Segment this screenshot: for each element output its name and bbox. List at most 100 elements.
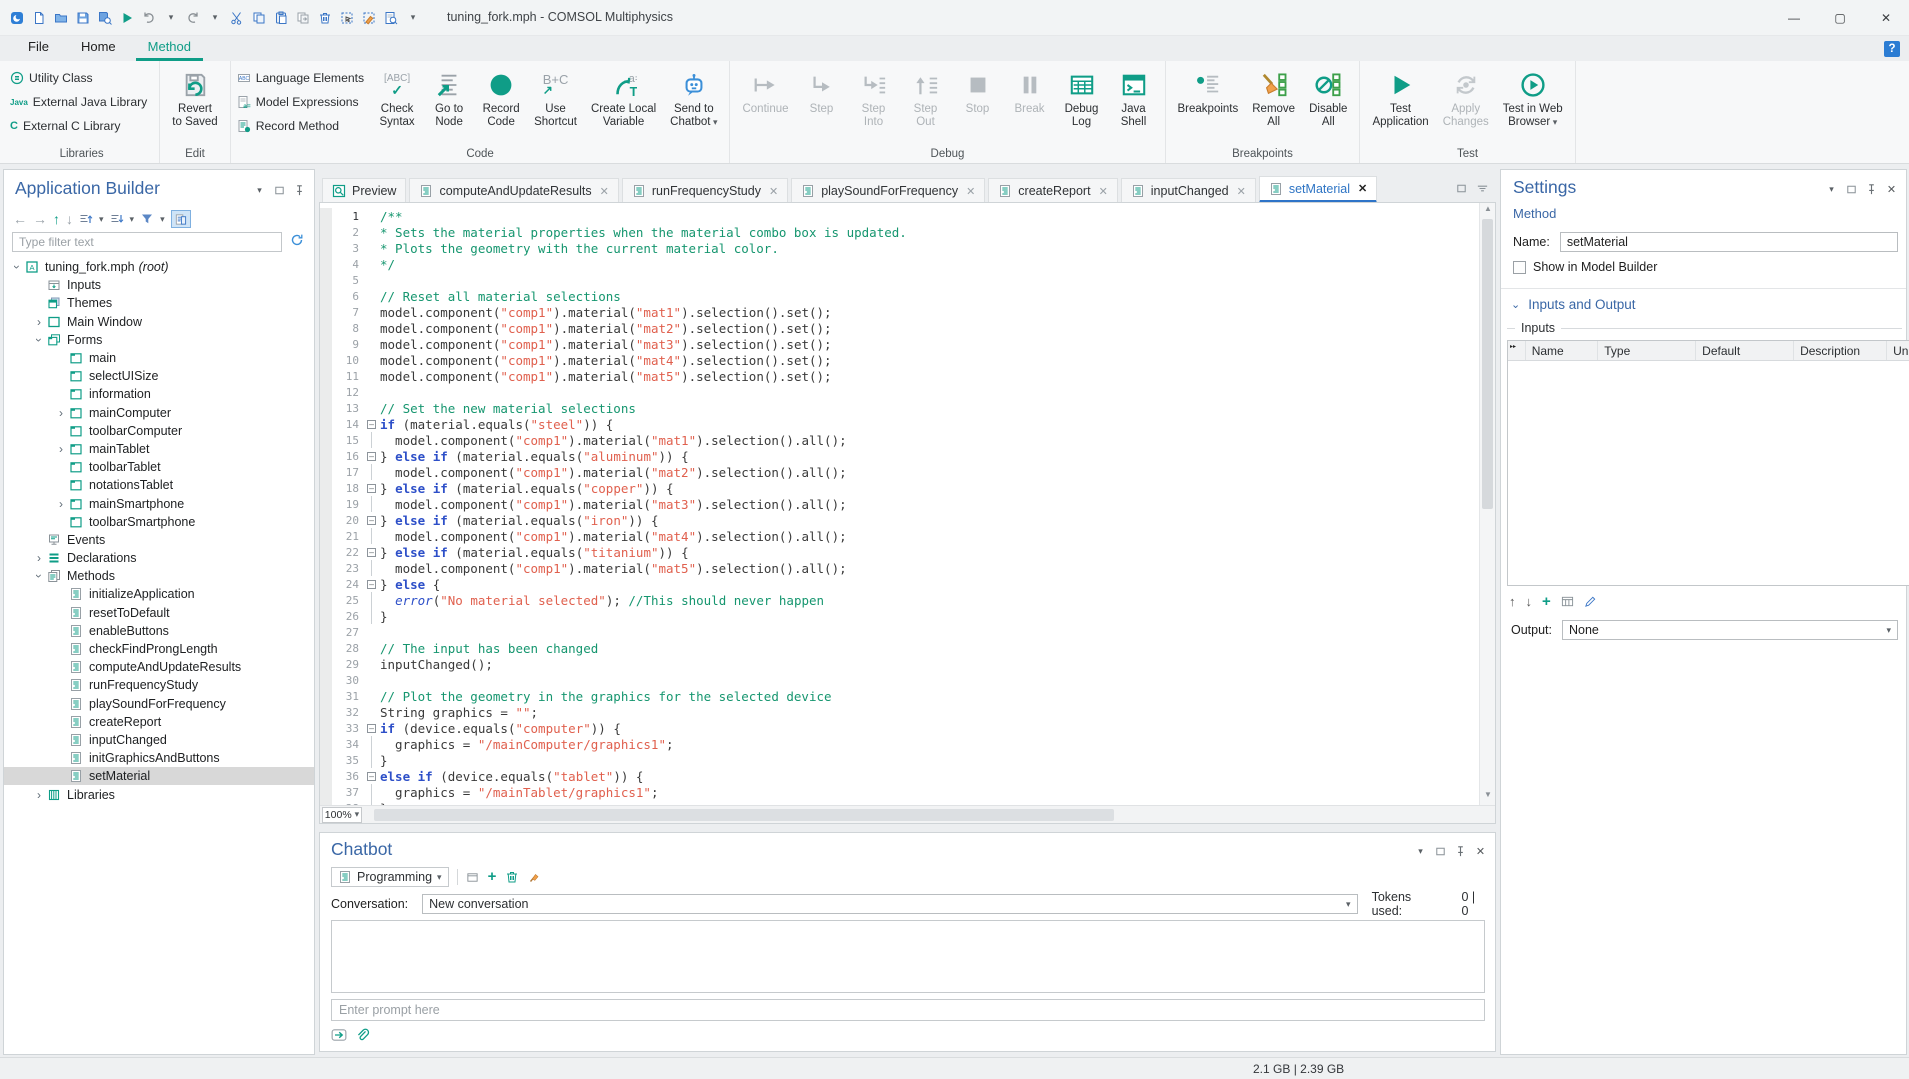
expander-icon[interactable]: › <box>32 333 46 347</box>
use-shortcut-button[interactable]: B+C↗Use Shortcut <box>528 65 583 129</box>
show-in-model-builder-checkbox[interactable] <box>1513 261 1526 274</box>
tree-item-maincomputer[interactable]: ›mainComputer <box>4 404 314 422</box>
tree-item-enablebuttons[interactable]: enableButtons <box>4 622 314 640</box>
close-tab-icon[interactable]: ✕ <box>769 185 778 198</box>
close-icon[interactable]: ✕ <box>1885 183 1898 196</box>
paste-icon-button[interactable] <box>270 5 292 31</box>
remove-all-button[interactable]: Remove All <box>1246 65 1301 129</box>
dropdown-chevron-icon[interactable]: ▾ <box>160 214 165 225</box>
breakpoint-gutter[interactable] <box>320 304 332 320</box>
clear-brush-icon[interactable] <box>528 870 542 884</box>
breakpoint-gutter[interactable] <box>320 416 332 432</box>
ribbon-tab-method[interactable]: Method <box>136 36 203 61</box>
breakpoint-gutter[interactable] <box>320 784 332 800</box>
copy-icon-button[interactable] <box>248 5 270 31</box>
down-icon[interactable]: ↓ <box>66 211 73 227</box>
tree-item-main[interactable]: main <box>4 349 314 367</box>
breakpoint-gutter[interactable] <box>320 560 332 576</box>
float-icon[interactable] <box>1434 845 1447 858</box>
tree-item-notationstablet[interactable]: notationsTablet <box>4 476 314 494</box>
move-up-icon[interactable]: ↑ <box>1509 594 1516 609</box>
tree-item-inputs[interactable]: Inputs <box>4 276 314 294</box>
collapse-list-icon[interactable] <box>110 212 124 226</box>
back-icon[interactable]: ← <box>13 211 27 227</box>
fold-gutter[interactable]: – <box>364 448 380 464</box>
tree-item-maintablet[interactable]: ›mainTablet <box>4 440 314 458</box>
close-tab-icon[interactable]: ✕ <box>1237 185 1246 198</box>
breakpoint-gutter[interactable] <box>320 592 332 608</box>
tree-item-playsoundforfrequency[interactable]: playSoundForFrequency <box>4 695 314 713</box>
external-c-library-button[interactable]: CExternal C Library <box>10 116 147 136</box>
tree-item-setmaterial[interactable]: setMaterial <box>4 767 314 785</box>
editor-tab-setmaterial[interactable]: setMaterial✕ <box>1259 176 1377 203</box>
code-area[interactable]: 1/**2* Sets the material properties when… <box>320 203 1479 805</box>
new-file-icon-button[interactable] <box>28 5 50 31</box>
inputs-and-output-section-header[interactable]: ⌄ Inputs and Output <box>1511 297 1636 312</box>
expander-icon[interactable]: › <box>32 788 46 802</box>
add-icon[interactable]: + <box>488 870 497 884</box>
breakpoint-gutter[interactable] <box>320 272 332 288</box>
debug-log-button[interactable]: Debug Log <box>1057 65 1107 129</box>
editor-tab-preview[interactable]: Preview <box>322 178 406 203</box>
breakpoint-gutter[interactable] <box>320 288 332 304</box>
window-icon[interactable] <box>466 871 479 884</box>
clear-selection-icon-button[interactable] <box>358 5 380 31</box>
close-tab-icon[interactable]: ✕ <box>1099 185 1108 198</box>
close-icon[interactable]: ✕ <box>1474 845 1487 858</box>
breakpoint-gutter[interactable] <box>320 752 332 768</box>
float-icon[interactable] <box>1455 182 1468 195</box>
table-icon[interactable] <box>1561 595 1574 608</box>
preview-doc-icon-button[interactable] <box>380 5 402 31</box>
minimize-button[interactable]: — <box>1771 0 1817 36</box>
fold-collapse-icon[interactable]: – <box>367 484 376 493</box>
dropdown-chevron-icon-button[interactable]: ▾ <box>204 5 226 31</box>
pin-icon[interactable] <box>293 184 306 197</box>
fold-collapse-icon[interactable]: – <box>367 772 376 781</box>
breakpoint-gutter[interactable] <box>320 368 332 384</box>
tree-item-runfrequencystudy[interactable]: runFrequencyStudy <box>4 676 314 694</box>
column-header-default[interactable]: Default <box>1696 341 1794 360</box>
tree-item-forms[interactable]: ›Forms <box>4 331 314 349</box>
fold-collapse-icon[interactable]: – <box>367 580 376 589</box>
fold-gutter[interactable]: – <box>364 544 380 560</box>
forward-icon[interactable]: → <box>33 211 47 227</box>
tree-item-toolbarcomputer[interactable]: toolbarComputer <box>4 422 314 440</box>
go-to-node-button[interactable]: Go to Node <box>424 65 474 129</box>
tree-item-themes[interactable]: Themes <box>4 294 314 312</box>
breakpoint-gutter[interactable] <box>320 544 332 560</box>
test-application-button[interactable]: Test Application <box>1366 65 1434 129</box>
scrollbar-thumb[interactable] <box>1482 219 1493 509</box>
expander-icon[interactable]: › <box>32 569 46 583</box>
fold-gutter[interactable]: – <box>364 768 380 784</box>
column-header-name[interactable]: Name <box>1526 341 1599 360</box>
revert-to-saved-button[interactable]: Revert to Saved <box>166 65 223 129</box>
breakpoint-gutter[interactable] <box>320 336 332 352</box>
prompt-input[interactable] <box>331 999 1485 1021</box>
breakpoint-gutter[interactable] <box>320 480 332 496</box>
send-to-chatbot-button[interactable]: Send to Chatbot ▾ <box>664 65 723 129</box>
pin-icon[interactable] <box>1454 845 1467 858</box>
breakpoint-gutter[interactable] <box>320 464 332 480</box>
help-button[interactable]: ? <box>1884 41 1900 57</box>
close-tab-icon[interactable]: ✕ <box>1358 182 1367 195</box>
pin-icon[interactable] <box>1865 183 1878 196</box>
fold-collapse-icon[interactable]: – <box>367 548 376 557</box>
fold-gutter[interactable]: – <box>364 416 380 432</box>
breakpoint-gutter[interactable] <box>320 624 332 640</box>
editor-zoom-select[interactable]: 100%▾ <box>322 807 362 823</box>
expander-icon[interactable]: › <box>54 406 68 420</box>
check-syntax-button[interactable]: [ABC]✓Check Syntax <box>372 65 422 129</box>
breakpoint-gutter[interactable] <box>320 208 332 224</box>
editor-tab-playsoundforfrequency[interactable]: playSoundForFrequency✕ <box>791 178 985 203</box>
fold-gutter[interactable]: – <box>364 480 380 496</box>
fold-collapse-icon[interactable]: – <box>367 724 376 733</box>
dropdown-chevron-icon[interactable]: ▾ <box>130 214 135 225</box>
fold-collapse-icon[interactable]: – <box>367 516 376 525</box>
move-down-icon[interactable]: ↓ <box>1526 594 1533 609</box>
external-java-library-button[interactable]: JavaExternal Java Library <box>10 92 147 112</box>
column-header-unit[interactable]: Unit <box>1887 341 1909 360</box>
horizontal-scrollbar[interactable] <box>374 809 1114 821</box>
close-tab-icon[interactable]: ✕ <box>966 185 975 198</box>
send-icon[interactable] <box>331 1027 347 1043</box>
breakpoint-gutter[interactable] <box>320 672 332 688</box>
